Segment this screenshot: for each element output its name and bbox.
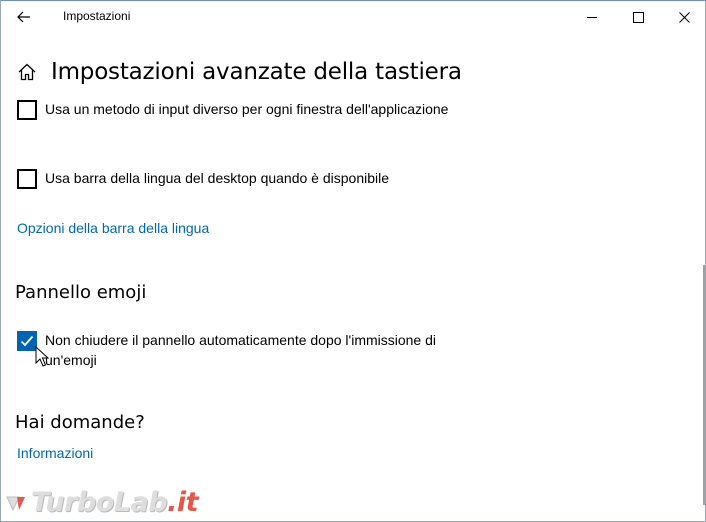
close-icon [678, 11, 690, 23]
home-icon[interactable] [17, 62, 37, 82]
watermark-text: TurboLab [31, 487, 168, 518]
language-bar-options-link[interactable]: Opzioni della barra della lingua [17, 220, 209, 236]
maximize-icon [632, 11, 644, 23]
minimize-icon [586, 16, 597, 18]
input-method-checkbox[interactable] [17, 100, 37, 120]
checkmark-icon [20, 335, 34, 347]
input-method-option[interactable]: Usa un metodo di input diverso per ogni … [17, 100, 475, 120]
page-title: Impostazioni avanzate della tastiera [51, 59, 462, 85]
input-method-label: Usa un metodo di input diverso per ogni … [45, 101, 449, 117]
settings-window: Impostazioni Impostazioni avanzate della… [0, 0, 706, 522]
help-info-link[interactable]: Informazioni [17, 445, 93, 461]
help-heading: Hai domande? [15, 412, 145, 433]
window-title: Impostazioni [63, 9, 131, 23]
back-button[interactable] [1, 1, 47, 33]
mouse-pointer-icon [35, 346, 49, 367]
title-bar: Impostazioni [1, 1, 705, 33]
maximize-button[interactable] [615, 1, 661, 33]
desktop-language-bar-checkbox[interactable] [17, 169, 37, 189]
desktop-language-bar-option[interactable]: Usa barra della lingua del desktop quand… [17, 169, 475, 189]
emoji-keep-open-label: Non chiudere il pannello automaticamente… [45, 332, 437, 368]
back-arrow-icon [17, 11, 30, 23]
close-button[interactable] [661, 1, 705, 33]
page-header: Impostazioni avanzate della tastiera [17, 59, 462, 85]
desktop-language-bar-label: Usa barra della lingua del desktop quand… [45, 170, 390, 186]
turbolab-logo-icon [6, 496, 25, 511]
emoji-keep-open-checkbox[interactable] [17, 331, 37, 351]
scrollbar[interactable] [703, 265, 705, 505]
emoji-panel-heading: Pannello emoji [15, 282, 147, 303]
watermark-text-accent: .it [167, 487, 199, 518]
minimize-button[interactable] [569, 1, 615, 33]
watermark-logo: TurboLab .it [5, 487, 199, 518]
emoji-keep-open-option[interactable]: Non chiudere il pannello automaticamente… [17, 331, 475, 370]
